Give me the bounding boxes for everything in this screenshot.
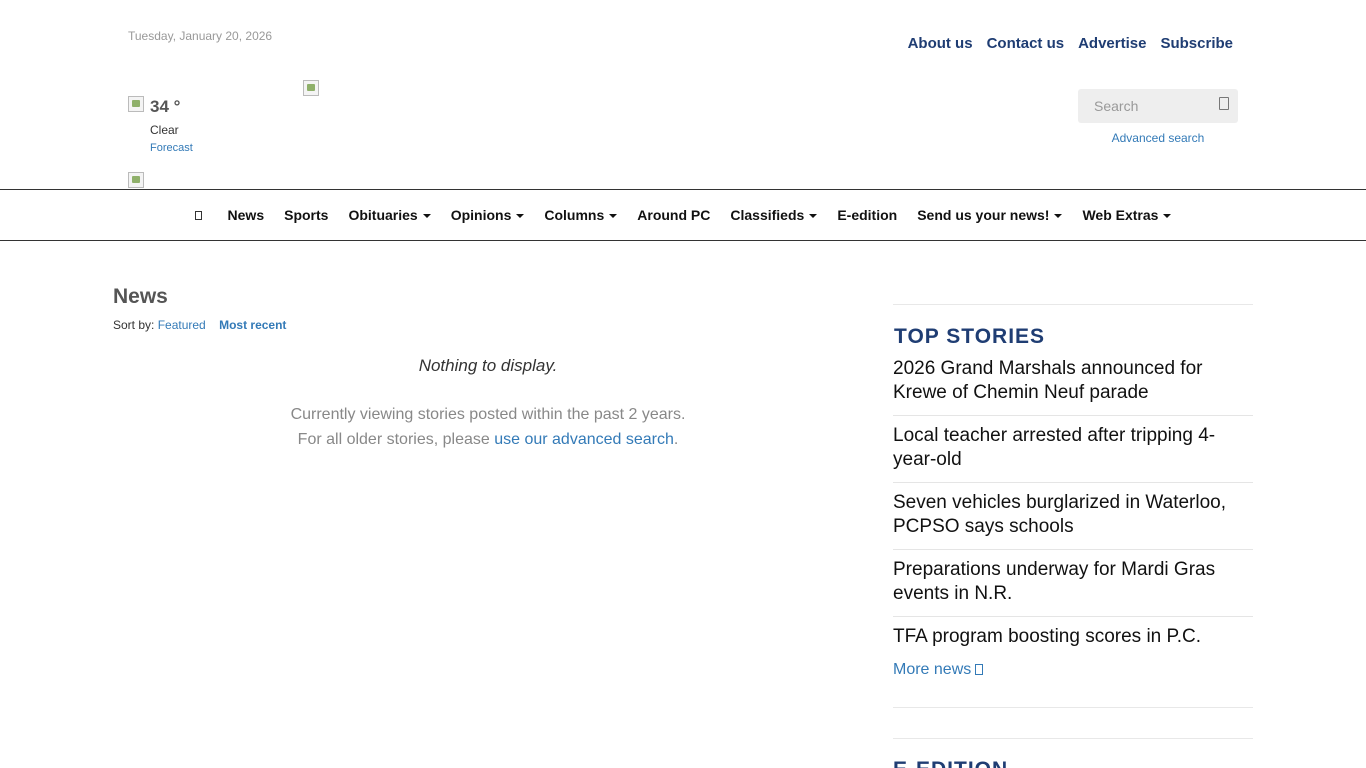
caret-down-icon — [609, 213, 618, 218]
nav-label: Classifieds — [730, 207, 805, 223]
sort-label: Sort by: — [113, 318, 155, 332]
nav-obituaries[interactable]: Obituaries — [338, 207, 440, 223]
more-news-link[interactable]: More news — [893, 661, 1253, 679]
nav-label: News — [227, 207, 265, 223]
top-story-link[interactable]: TFA program boosting scores in P.C. — [893, 617, 1253, 653]
search-area: Advanced search — [1078, 89, 1238, 145]
nav-label: Columns — [544, 207, 605, 223]
nav-send-news[interactable]: Send us your news! — [907, 207, 1072, 223]
nav-sports[interactable]: Sports — [274, 207, 338, 223]
nav-label: Sports — [284, 207, 329, 223]
chevron-right-icon — [975, 664, 984, 675]
broken-image-icon — [303, 80, 319, 96]
nav-label: E-edition — [837, 207, 898, 223]
contact-us-link[interactable]: Contact us — [987, 35, 1065, 52]
nav-label: Opinions — [450, 207, 512, 223]
nav-classifieds[interactable]: Classifieds — [720, 207, 827, 223]
caret-down-icon — [1163, 213, 1172, 218]
more-news-label: More news — [893, 661, 972, 678]
nav-label: Web Extras — [1082, 207, 1159, 223]
nav-web-extras[interactable]: Web Extras — [1072, 207, 1181, 223]
nav-news[interactable]: News — [218, 207, 275, 223]
top-story-link[interactable]: Seven vehicles burglarized in Waterloo, … — [893, 483, 1253, 550]
caret-down-icon — [422, 213, 431, 218]
advanced-search-inline-link[interactable]: use our advanced search — [494, 431, 674, 448]
viewing-notice: Currently viewing stories posted within … — [113, 402, 863, 452]
viewing-line: For all older stories, please use our ad… — [113, 427, 863, 452]
divider — [893, 738, 1253, 739]
search-icon[interactable] — [1219, 97, 1229, 110]
current-date: Tuesday, January 20, 2026 — [128, 29, 273, 43]
top-story-link[interactable]: 2026 Grand Marshals announced for Krewe … — [893, 349, 1253, 416]
divider — [893, 707, 1253, 708]
e-edition-heading: E-EDITION — [893, 758, 1253, 768]
home-icon — [194, 210, 202, 220]
viewing-suffix: . — [673, 431, 679, 448]
nav-opinions[interactable]: Opinions — [441, 207, 535, 223]
weather-condition: Clear — [150, 123, 179, 137]
nav-home[interactable] — [185, 210, 218, 220]
search-input[interactable] — [1078, 89, 1208, 123]
sort-featured-link[interactable]: Featured — [158, 318, 206, 332]
empty-message: Nothing to display. — [418, 356, 558, 375]
about-us-link[interactable]: About us — [908, 35, 973, 52]
nav-label: Obituaries — [348, 207, 418, 223]
caret-down-icon — [1054, 213, 1063, 218]
sidebar: TOP STORIES 2026 Grand Marshals announce… — [893, 304, 1253, 768]
top-story-link[interactable]: Preparations underway for Mardi Gras eve… — [893, 550, 1253, 617]
search-box — [1078, 89, 1238, 123]
subscribe-link[interactable]: Subscribe — [1160, 35, 1233, 52]
weather-icon — [128, 96, 144, 112]
advanced-search-link[interactable]: Advanced search — [1078, 131, 1238, 145]
top-stories-heading: TOP STORIES — [894, 325, 1046, 348]
page-title: News — [113, 285, 168, 308]
weather-temperature: 34 ° — [150, 97, 181, 116]
top-links: About us Contact us Advertise Subscribe — [908, 35, 1233, 52]
forecast-link[interactable]: Forecast — [150, 142, 193, 154]
nav-columns[interactable]: Columns — [534, 207, 627, 223]
viewing-line: Currently viewing stories posted within … — [290, 406, 686, 423]
nav-around-pc[interactable]: Around PC — [627, 207, 720, 223]
site-logo[interactable] — [303, 80, 319, 101]
broken-image-icon — [128, 172, 144, 188]
nav-e-edition[interactable]: E-edition — [827, 207, 907, 223]
top-story-link[interactable]: Local teacher arrested after tripping 4-… — [893, 416, 1253, 483]
caret-down-icon — [516, 213, 525, 218]
divider — [893, 304, 1253, 305]
nav-label: Around PC — [637, 207, 711, 223]
caret-down-icon — [809, 213, 818, 218]
viewing-prefix: For all older stories, please — [297, 431, 495, 448]
nav-label: Send us your news! — [917, 207, 1050, 223]
sort-controls: Sort by: Featured Most recent — [113, 318, 286, 332]
main-navigation: News Sports Obituaries Opinions Columns … — [0, 189, 1366, 241]
sort-most-recent-link[interactable]: Most recent — [219, 318, 286, 332]
advertise-link[interactable]: Advertise — [1078, 35, 1146, 52]
